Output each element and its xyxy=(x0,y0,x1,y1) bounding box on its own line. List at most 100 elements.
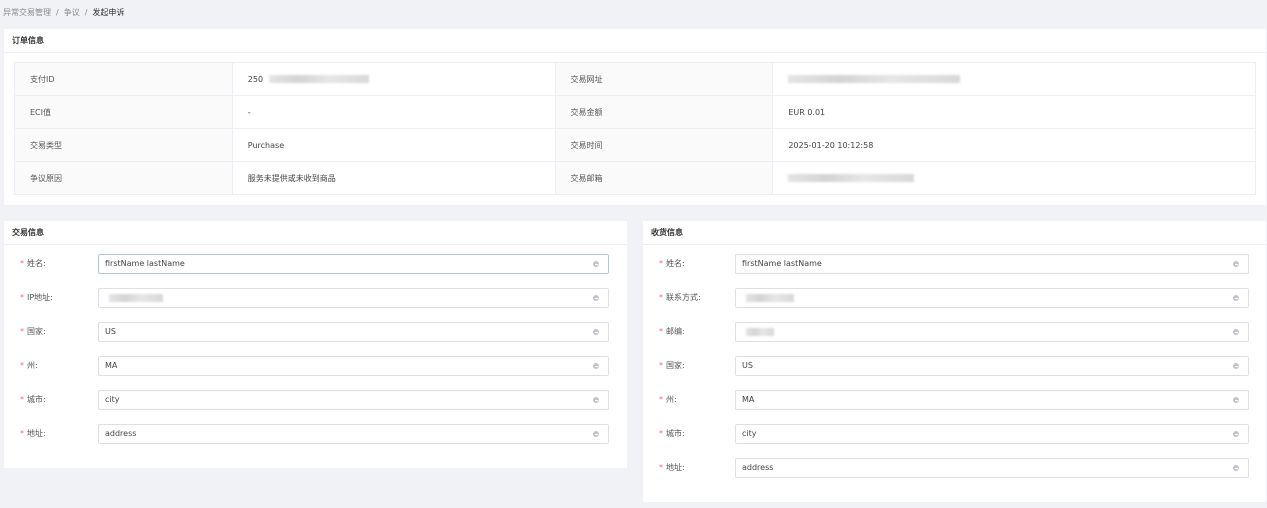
input-value: city xyxy=(105,395,120,404)
table-row: 交易类型 Purchase 交易时间 2025-01-20 10:12:58 xyxy=(14,128,1256,162)
trans-name-input[interactable]: firstName lastName xyxy=(98,254,609,274)
ship-name-label: * 姓名: xyxy=(659,254,685,274)
clear-icon[interactable] xyxy=(593,431,599,437)
ship-address-input[interactable]: address xyxy=(735,458,1249,478)
ship-name-row: * 姓名: firstName lastName xyxy=(643,254,1266,274)
trans-name-label: * 姓名: xyxy=(20,254,46,274)
dispute-reason-label: 争议原因 xyxy=(14,161,233,195)
clear-icon[interactable] xyxy=(593,397,599,403)
dispute-reason-value: 服务未提供或未收到商品 xyxy=(231,161,556,195)
trans-name-row: * 姓名: firstName lastName xyxy=(4,254,627,274)
transaction-info-card: 交易信息 * 姓名: firstName lastName * IP地址: * 国家: US *… xyxy=(4,221,627,468)
clear-icon[interactable] xyxy=(1233,261,1239,267)
ship-city-label: * 城市: xyxy=(659,424,685,444)
redacted-value xyxy=(746,293,794,302)
trans-city-input[interactable]: city xyxy=(98,390,609,410)
input-value: MA xyxy=(105,361,118,370)
breadcrumb-separator: / xyxy=(84,7,88,17)
required-marker: * xyxy=(20,327,24,336)
ship-contact-input[interactable] xyxy=(735,288,1249,308)
shipping-info-title: 收货信息 xyxy=(643,221,1266,245)
ship-country-row: * 国家: US xyxy=(643,356,1266,376)
ship-name-input[interactable]: firstName lastName xyxy=(735,254,1249,274)
required-marker: * xyxy=(659,463,663,472)
field-label-text: 邮编: xyxy=(666,327,685,336)
payment-id-label: 支付ID xyxy=(14,62,233,96)
clear-icon[interactable] xyxy=(593,363,599,369)
trans-state-input[interactable]: MA xyxy=(98,356,609,376)
trans-country-input[interactable]: US xyxy=(98,322,609,342)
redacted-value xyxy=(269,75,370,83)
redacted-value xyxy=(788,75,961,83)
ship-state-label: * 州: xyxy=(659,390,677,410)
trade-amount-value: EUR 0.01 xyxy=(772,95,1256,129)
clear-icon[interactable] xyxy=(1233,465,1239,471)
ship-city-input[interactable]: city xyxy=(735,424,1249,444)
trans-ip-address-row: * IP地址: xyxy=(4,288,627,308)
table-row: 争议原因 服务未提供或未收到商品 交易邮箱 xyxy=(14,161,1256,195)
ship-zip-code-input[interactable] xyxy=(735,322,1249,342)
field-label-text: IP地址: xyxy=(27,293,53,302)
payment-id-value: 250 xyxy=(231,62,556,96)
required-marker: * xyxy=(20,429,24,438)
trade-url-value xyxy=(772,62,1256,96)
input-value: firstName lastName xyxy=(742,259,822,268)
order-info-card: 订单信息 支付ID 250 交易网址 ECI值 - 交易金额 EUR 0.01 … xyxy=(4,29,1266,205)
clear-icon[interactable] xyxy=(1233,363,1239,369)
input-value: city xyxy=(742,429,757,438)
input-value: MA xyxy=(742,395,755,404)
ship-address-label: * 地址: xyxy=(659,458,685,478)
input-value: US xyxy=(105,327,116,336)
field-label-text: 州: xyxy=(666,395,677,404)
trans-country-label: * 国家: xyxy=(20,322,46,342)
breadcrumb: 异常交易管理 / 争议 / 发起申诉 xyxy=(3,6,124,18)
trade-time-value: 2025-01-20 10:12:58 xyxy=(772,128,1256,162)
trans-address-label: * 地址: xyxy=(20,424,46,444)
field-label-text: 国家: xyxy=(27,327,46,336)
ship-city-row: * 城市: city xyxy=(643,424,1266,444)
redacted-value xyxy=(746,327,774,336)
required-marker: * xyxy=(659,293,663,302)
table-row: ECI值 - 交易金额 EUR 0.01 xyxy=(14,95,1256,129)
trans-ip-address-label: * IP地址: xyxy=(20,288,53,308)
clear-icon[interactable] xyxy=(1233,329,1239,335)
required-marker: * xyxy=(20,395,24,404)
clear-icon[interactable] xyxy=(593,261,599,267)
input-value: address xyxy=(105,429,137,438)
ship-contact-row: * 联系方式: xyxy=(643,288,1266,308)
field-label-text: 国家: xyxy=(666,361,685,370)
breadcrumb-item-appeal: 发起申诉 xyxy=(92,7,125,17)
trans-city-label: * 城市: xyxy=(20,390,46,410)
clear-icon[interactable] xyxy=(1233,431,1239,437)
required-marker: * xyxy=(659,429,663,438)
ship-contact-label: * 联系方式: xyxy=(659,288,701,308)
clear-icon[interactable] xyxy=(593,295,599,301)
trans-ip-address-input[interactable] xyxy=(98,288,609,308)
order-info-title: 订单信息 xyxy=(4,29,1266,53)
breadcrumb-item-abnormal-trade[interactable]: 异常交易管理 xyxy=(3,7,51,18)
clear-icon[interactable] xyxy=(593,329,599,335)
required-marker: * xyxy=(20,361,24,370)
shipping-info-card: 收货信息 * 姓名: firstName lastName * 联系方式: * 邮编: * 国家… xyxy=(643,221,1266,502)
trans-state-label: * 州: xyxy=(20,356,38,376)
ship-zip-code-label: * 邮编: xyxy=(659,322,685,342)
order-info-table: 支付ID 250 交易网址 ECI值 - 交易金额 EUR 0.01 交易类型 … xyxy=(14,62,1256,195)
input-value: US xyxy=(742,361,753,370)
ship-address-row: * 地址: address xyxy=(643,458,1266,478)
required-marker: * xyxy=(659,361,663,370)
breadcrumb-separator: / xyxy=(56,7,59,17)
trans-address-input[interactable]: address xyxy=(98,424,609,444)
ship-state-input[interactable]: MA xyxy=(735,390,1249,410)
required-marker: * xyxy=(20,293,24,302)
field-label-text: 地址: xyxy=(666,463,685,472)
ship-country-input[interactable]: US xyxy=(735,356,1249,376)
ship-zip-code-row: * 邮编: xyxy=(643,322,1266,342)
field-label-text: 姓名: xyxy=(666,259,685,268)
ship-state-row: * 州: MA xyxy=(643,390,1266,410)
breadcrumb-item-dispute[interactable]: 争议 xyxy=(64,7,80,18)
clear-icon[interactable] xyxy=(1233,295,1239,301)
ship-country-label: * 国家: xyxy=(659,356,685,376)
clear-icon[interactable] xyxy=(1233,397,1239,403)
redacted-value xyxy=(788,174,915,182)
redacted-value xyxy=(109,293,163,302)
